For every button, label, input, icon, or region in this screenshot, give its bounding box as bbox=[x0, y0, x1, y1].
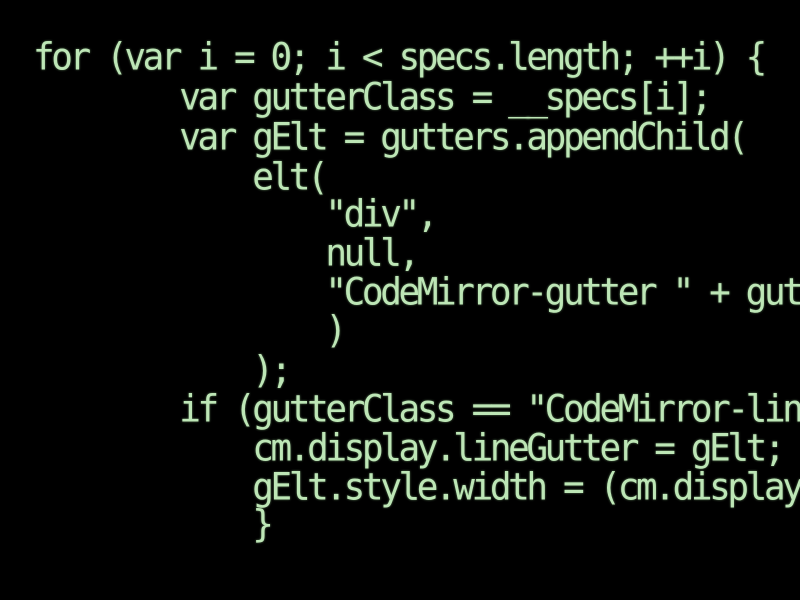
code-line: for (var i = 0; i < specs.length; ++i) { bbox=[33, 35, 767, 79]
code-line: cm.display.lineGutter = gElt; bbox=[33, 426, 785, 470]
code-line: var gElt = gutters.appendChild( bbox=[33, 115, 749, 159]
code-line: ) bbox=[33, 308, 347, 352]
code-line: ); bbox=[33, 348, 292, 392]
code-line: var gutterClass = __specs[i]; bbox=[33, 75, 712, 119]
code-line: null, bbox=[33, 231, 420, 275]
code-line: if (gutterClass == "CodeMirror-linenumbe… bbox=[179, 387, 800, 431]
code-screen: for (var i = 0; i < specs.length; ++i) {… bbox=[0, 0, 800, 600]
code-line: } bbox=[33, 502, 274, 546]
code-line: "CodeMirror-gutter " + gutterClass bbox=[325, 270, 800, 314]
code-line: "div", bbox=[33, 192, 438, 236]
